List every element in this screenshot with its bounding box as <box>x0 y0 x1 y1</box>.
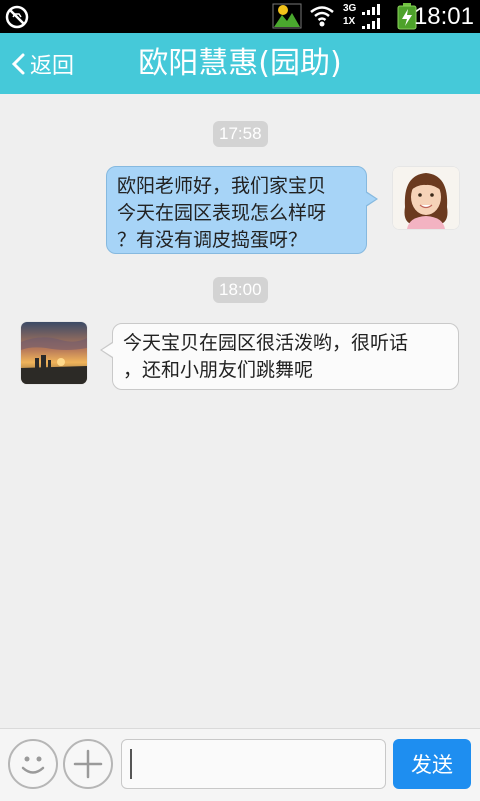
message-text-line: 今天宝贝在园区很活泼哟，很听话 <box>123 332 409 354</box>
back-button[interactable]: 返回 <box>10 45 74 83</box>
outgoing-message-bubble[interactable]: 欧阳老师好，我们家宝贝 今天在园区表现怎么样呀 ？有没有调皮捣蛋呀？ <box>106 166 378 254</box>
message-text-line: 欧阳老师好，我们家宝贝 <box>117 175 327 197</box>
girl-avatar-icon <box>393 167 459 229</box>
input-bar: 发送 <box>0 728 480 801</box>
back-label: 返回 <box>30 54 75 79</box>
smiley-icon <box>21 756 45 774</box>
status-bar: 3G 1X 18:01 <box>0 0 480 33</box>
send-button[interactable]: 发送 <box>393 739 471 789</box>
network-1x-label: 1X <box>343 16 356 27</box>
plus-icon <box>73 749 103 779</box>
message-text-line: ？有没有调皮捣蛋呀？ <box>117 229 308 251</box>
add-attachment-button[interactable] <box>63 739 113 789</box>
silent-mode-icon <box>5 5 29 29</box>
bubble-tail <box>102 343 113 357</box>
emoji-button[interactable] <box>8 739 58 789</box>
contact-avatar[interactable] <box>21 322 87 384</box>
message-input[interactable] <box>121 739 386 789</box>
text-caret <box>130 749 132 779</box>
my-avatar[interactable] <box>393 167 459 229</box>
gallery-icon <box>272 3 302 29</box>
timestamp-pill: 18:00 <box>213 277 268 303</box>
bubble-tail <box>365 192 376 206</box>
mobile-network-indicator: 3G 1X <box>343 3 389 31</box>
wifi-icon <box>310 6 334 27</box>
status-time: 18:01 <box>413 3 474 30</box>
chevron-left-icon <box>11 53 25 75</box>
message-text-line: ，还和小朋友们跳舞呢 <box>123 359 314 381</box>
sunset-avatar-icon <box>21 322 87 384</box>
timestamp-pill: 17:58 <box>213 121 268 147</box>
signal-icon <box>362 4 380 29</box>
incoming-message-bubble[interactable]: 今天宝贝在园区很活泼哟，很听话 ，还和小朋友们跳舞呢 <box>100 323 459 390</box>
chat-area[interactable]: 17:58 欧阳老师好，我们家宝贝 今天在园区表现怎么样呀 ？有没有调皮捣蛋呀？… <box>0 94 480 728</box>
title-bar: 返回 欧阳慧惠(园助) <box>0 33 480 94</box>
network-3g-label: 3G <box>343 3 357 14</box>
message-text-line: 今天在园区表现怎么样呀 <box>117 202 327 224</box>
